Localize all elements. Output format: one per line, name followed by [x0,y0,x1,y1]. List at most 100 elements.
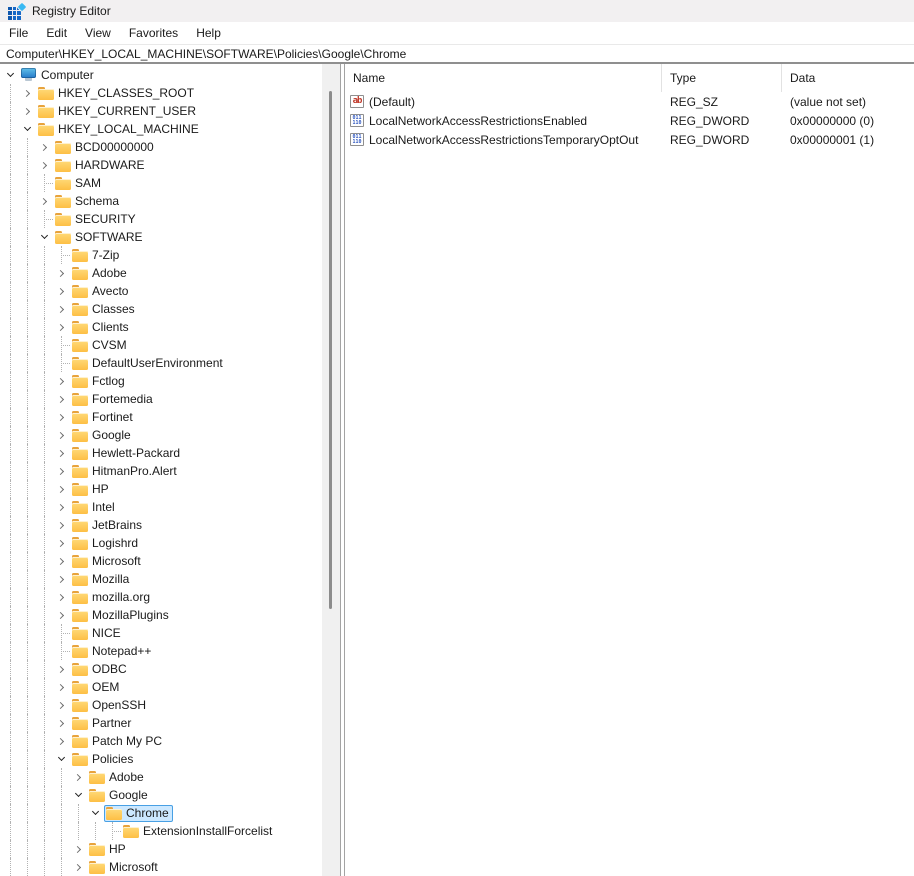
chevron-right-icon[interactable] [53,480,70,498]
tree-item-microsoft[interactable]: Microsoft [0,552,322,570]
menu-favorites[interactable]: Favorites [120,22,187,44]
chevron-right-icon[interactable] [53,372,70,390]
tree-item-body[interactable]: SOFTWARE [53,229,147,246]
chevron-down-icon[interactable] [87,804,104,822]
tree-item-security[interactable]: SECURITY [0,210,322,228]
tree-item-body[interactable]: Avecto [70,283,132,300]
chevron-down-icon[interactable] [19,120,36,138]
chevron-right-icon[interactable] [36,192,53,210]
tree-item-nice[interactable]: NICE [0,624,322,642]
tree-item-body[interactable]: Fortemedia [70,391,157,408]
chevron-right-icon[interactable] [53,444,70,462]
tree-item-mozillaplugins[interactable]: MozillaPlugins [0,606,322,624]
tree-item-body[interactable]: Fortinet [70,409,137,426]
tree-item-policies[interactable]: Policies [0,750,322,768]
tree-item-body[interactable]: HKEY_CURRENT_USER [36,103,200,120]
tree-item-body[interactable]: DefaultUserEnvironment [70,355,227,372]
tree-item-patch-my-pc[interactable]: Patch My PC [0,732,322,750]
tree-item-body[interactable]: Chrome [104,805,173,822]
column-header-data[interactable]: Data [782,64,914,92]
tree-item-body[interactable]: SECURITY [53,211,140,228]
tree-item-7-zip[interactable]: 7-Zip [0,246,322,264]
chevron-right-icon[interactable] [53,552,70,570]
tree-item-body[interactable]: ODBC [70,661,131,678]
tree-item-intel[interactable]: Intel [0,498,322,516]
chevron-right-icon[interactable] [53,732,70,750]
chevron-down-icon[interactable] [70,786,87,804]
tree-item-logishrd[interactable]: Logishrd [0,534,322,552]
tree-item-body[interactable]: Policies [70,751,137,768]
tree-item-chrome[interactable]: Chrome [0,804,322,822]
tree-item-clients[interactable]: Clients [0,318,322,336]
tree-item-body[interactable]: Adobe [70,265,131,282]
chevron-right-icon[interactable] [53,426,70,444]
chevron-right-icon[interactable] [53,300,70,318]
value-row-localnetworkaccessrestrictionstemporaryoptout[interactable]: 011110LocalNetworkAccessRestrictionsTemp… [345,130,914,149]
tree-item-body[interactable]: HP [87,841,130,858]
tree-item-software[interactable]: SOFTWARE [0,228,322,246]
tree-item-body[interactable]: JetBrains [70,517,146,534]
tree-item-body[interactable]: HitmanPro.Alert [70,463,181,480]
tree-item-odbc[interactable]: ODBC [0,660,322,678]
tree-item-avecto[interactable]: Avecto [0,282,322,300]
tree-item-body[interactable]: Fctlog [70,373,129,390]
chevron-right-icon[interactable] [53,606,70,624]
tree-item-body[interactable]: Intel [70,499,119,516]
chevron-right-icon[interactable] [53,588,70,606]
tree-item-body[interactable]: OpenSSH [70,697,150,714]
tree-item-openssh[interactable]: OpenSSH [0,696,322,714]
chevron-right-icon[interactable] [53,534,70,552]
tree-item-google[interactable]: Google [0,786,322,804]
chevron-right-icon[interactable] [53,462,70,480]
tree-item-body[interactable]: SAM [53,175,105,192]
tree-item-mozilla[interactable]: Mozilla [0,570,322,588]
chevron-down-icon[interactable] [36,228,53,246]
tree-item-adobe[interactable]: Adobe [0,768,322,786]
tree-item-body[interactable]: Computer [19,67,98,84]
tree-item-partner[interactable]: Partner [0,714,322,732]
tree-item-microsoft[interactable]: Microsoft [0,858,322,876]
chevron-right-icon[interactable] [53,264,70,282]
tree-item-body[interactable]: Logishrd [70,535,142,552]
tree-item-fortinet[interactable]: Fortinet [0,408,322,426]
chevron-right-icon[interactable] [70,858,87,876]
tree-item-body[interactable]: Adobe [87,769,148,786]
tree-item-body[interactable]: Patch My PC [70,733,166,750]
tree-item-body[interactable]: Partner [70,715,135,732]
tree-item-fortemedia[interactable]: Fortemedia [0,390,322,408]
menu-edit[interactable]: Edit [37,22,76,44]
tree-item-body[interactable]: Google [70,427,135,444]
chevron-right-icon[interactable] [36,156,53,174]
tree-item-body[interactable]: HKEY_LOCAL_MACHINE [36,121,203,138]
tree-item-hkey-classes-root[interactable]: HKEY_CLASSES_ROOT [0,84,322,102]
tree-item-body[interactable]: Hewlett-Packard [70,445,184,462]
tree-item-schema[interactable]: Schema [0,192,322,210]
tree-item-body[interactable]: MozillaPlugins [70,607,173,624]
tree-item-defaultuserenvironment[interactable]: DefaultUserEnvironment [0,354,322,372]
chevron-right-icon[interactable] [53,498,70,516]
chevron-right-icon[interactable] [53,408,70,426]
tree-item-cvsm[interactable]: CVSM [0,336,322,354]
tree-item-extensioninstallforcelist[interactable]: ExtensionInstallForcelist [0,822,322,840]
tree-item-body[interactable]: NICE [70,625,125,642]
tree-item-hitmanpro-alert[interactable]: HitmanPro.Alert [0,462,322,480]
tree-item-body[interactable]: HP [70,481,113,498]
tree-item-body[interactable]: Microsoft [70,553,145,570]
chevron-right-icon[interactable] [53,678,70,696]
tree-item-hkey-local-machine[interactable]: HKEY_LOCAL_MACHINE [0,120,322,138]
column-header-name[interactable]: Name [345,64,662,92]
tree-item-hp[interactable]: HP [0,480,322,498]
column-header-type[interactable]: Type [662,64,782,92]
tree-item-fctlog[interactable]: Fctlog [0,372,322,390]
menu-help[interactable]: Help [187,22,230,44]
chevron-right-icon[interactable] [36,138,53,156]
tree-item-oem[interactable]: OEM [0,678,322,696]
tree-item-body[interactable]: HARDWARE [53,157,149,174]
tree-item-body[interactable]: HKEY_CLASSES_ROOT [36,85,198,102]
tree-item-body[interactable]: Google [87,787,152,804]
tree-item-body[interactable]: Schema [53,193,123,210]
tree-item-hardware[interactable]: HARDWARE [0,156,322,174]
tree-item-body[interactable]: Classes [70,301,139,318]
tree-item-body[interactable]: mozilla.org [70,589,154,606]
tree-item-body[interactable]: OEM [70,679,123,696]
